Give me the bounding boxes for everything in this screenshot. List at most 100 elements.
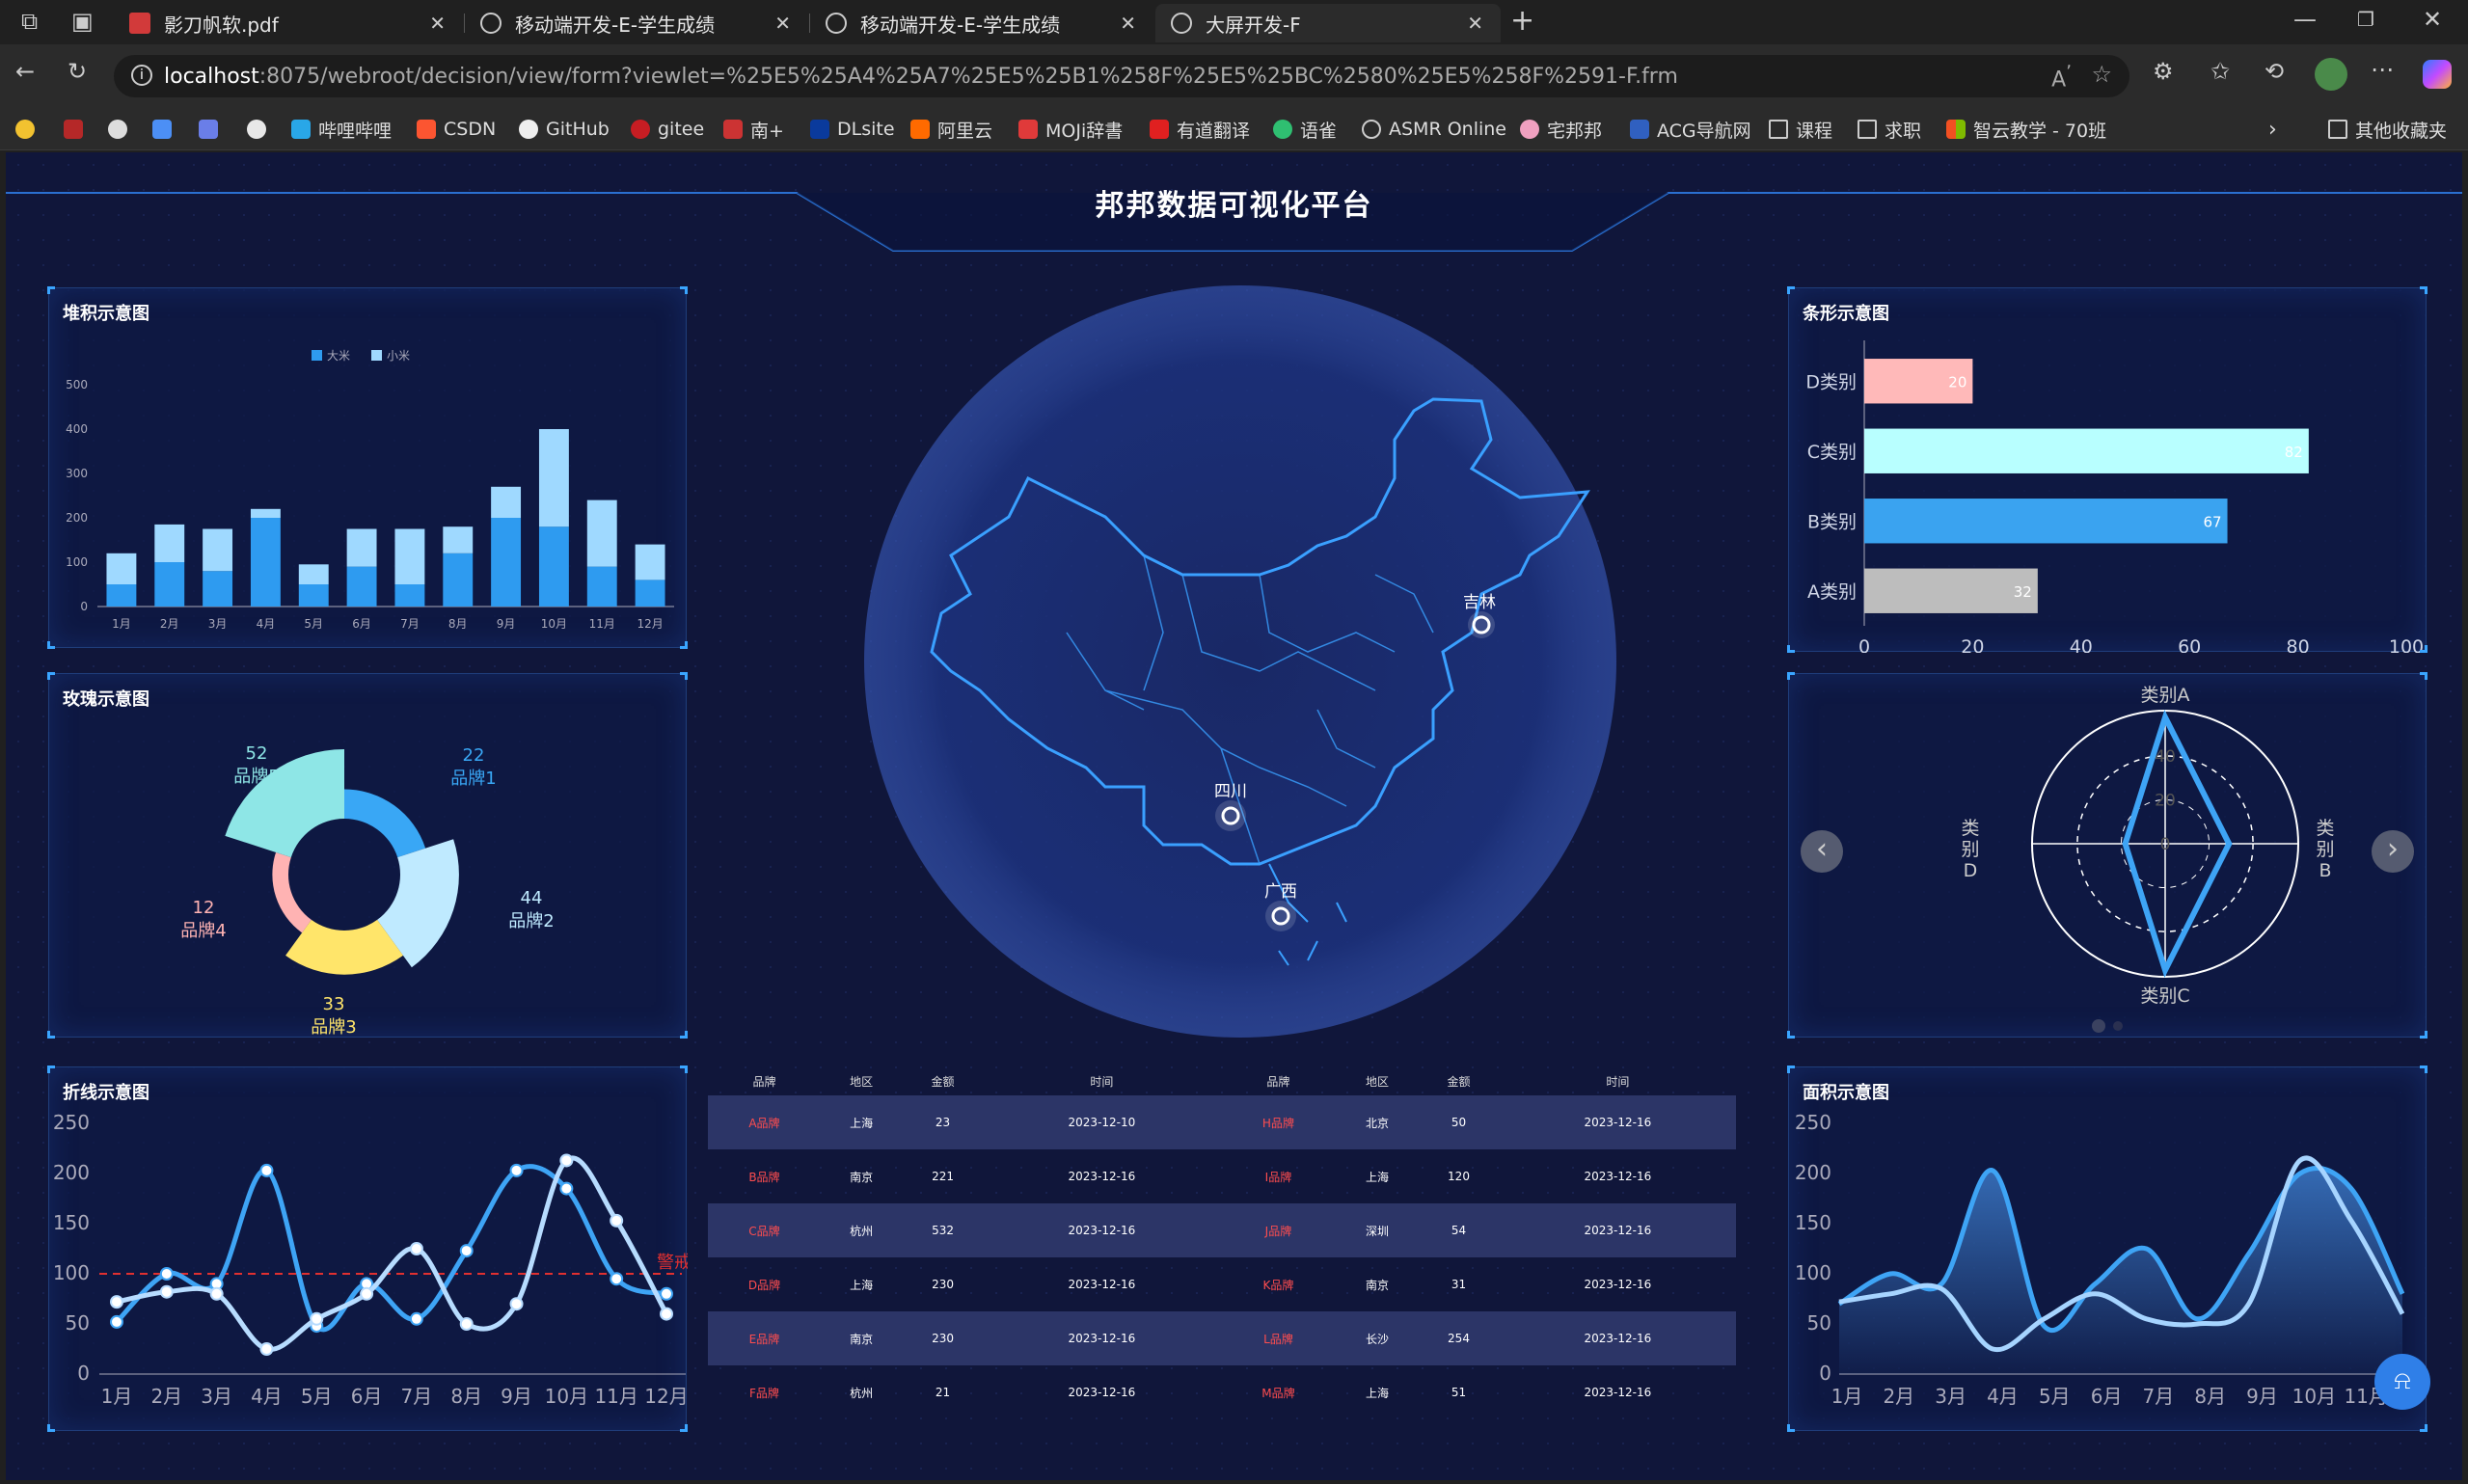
table-cell: C品牌 [708,1203,821,1257]
favorites-icon[interactable]: ✩ [2210,58,2230,85]
bookmark-folder-course[interactable]: 课程 [1769,118,1832,142]
x-tick-label: 4月 [251,1385,283,1408]
bookmark-yuque[interactable]: 语雀 [1273,118,1337,142]
series-point [509,1163,524,1177]
tab-1[interactable]: 移动端开发-E-学生成绩 ✕ [465,4,808,42]
x-tick-label: 3月 [208,617,228,631]
close-icon[interactable]: ✕ [1467,12,1483,35]
restore-icon[interactable]: ❐ [2357,8,2374,31]
tab-actions-icon[interactable]: ▣ [71,8,94,35]
bookmark-openai-icon[interactable] [108,118,135,141]
bar [154,524,185,562]
bookmark-youdao[interactable]: 有道翻译 [1150,118,1250,142]
panel-corner [1787,645,1795,653]
tab-2[interactable]: 移动端开发-E-学生成绩 ✕ [810,4,1153,42]
y-tick-label: D类别 [1805,371,1857,392]
x-tick-label: 4月 [257,617,276,631]
bookmark-zhiyun[interactable]: 智云教学 - 70班 [1946,118,2106,142]
carousel-dot-1[interactable] [2092,1019,2105,1033]
x-tick-label: 8月 [448,617,468,631]
read-aloud-icon[interactable]: Aʼ [2051,63,2072,92]
map-point-guangxi[interactable]: 广西 [1264,882,1297,931]
bookmark-aliyun[interactable]: 阿里云 [910,118,992,142]
bookmark-github[interactable]: GitHub [519,118,610,141]
bar [250,508,281,518]
bookmark-csdn[interactable]: CSDN [417,118,496,141]
bookmark-avatar-icon[interactable] [247,118,274,141]
series-point [259,1342,274,1356]
horizontal-bar-chart: 20 D类别 82 C类别 67 B类别 32 A类别 0 20 40 60 80 100 [1805,340,2424,653]
bookmark-dlsite[interactable]: DLsite [810,118,895,141]
extensions-icon[interactable]: ⚙ [2153,58,2174,85]
more-icon[interactable]: ⋯ [2371,56,2394,83]
history-icon[interactable]: ⟲ [2265,58,2284,85]
workspaces-icon[interactable]: ⧉ [21,8,38,35]
tab-0[interactable]: 影刀帆软.pdf ✕ [114,4,463,42]
close-icon[interactable]: ✕ [774,12,791,35]
x-tick-label: 6月 [351,1385,383,1408]
bookmark-nanplus[interactable]: 南+ [723,118,784,142]
close-icon[interactable]: ✕ [429,12,446,35]
bar [154,562,185,607]
tab-3[interactable]: 大屏开发-F ✕ [1155,4,1501,42]
bookmark-red-icon[interactable] [64,118,91,141]
favorite-star-icon[interactable]: ☆ [2091,61,2112,88]
bookmark-acg[interactable]: ACG导航网 [1630,118,1751,142]
x-tick-label: 40 [2070,636,2093,653]
bookmark-moji[interactable]: MOJi辞書 [1018,118,1123,142]
panel-corner [47,286,55,294]
y-tick-label: A类别 [1807,581,1857,603]
bookmark-bird-icon[interactable] [199,118,226,141]
table-cell: 上海 [1366,1386,1390,1400]
stacked-panel: 堆积示意图 0 100 200 300 400 500 1月 2月 3月 4月 5月 6月 7月 8月 9月… [47,286,688,649]
bookmark-app-icon[interactable] [152,118,179,141]
reload-icon[interactable]: ↻ [68,58,87,85]
new-tab-icon[interactable]: + [1510,4,1534,38]
copilot-icon[interactable] [2423,60,2452,89]
close-icon[interactable]: ✕ [1120,12,1136,35]
window-close-icon[interactable]: ✕ [2423,6,2442,33]
series-point [110,1295,123,1309]
bookmark-zhaibangbang[interactable]: 宅邦邦 [1520,118,1602,142]
carousel-next-button[interactable]: › [2372,830,2414,873]
rose-slice [272,851,312,933]
bar [106,584,137,607]
url-field[interactable]: i localhost:8075/webroot/decision/view/f… [114,55,2129,97]
carousel-dot-2[interactable] [2113,1021,2123,1031]
x-tick-label: 3月 [201,1385,232,1408]
x-tick-label: 7月 [401,1385,433,1408]
info-icon[interactable]: i [131,65,152,86]
bookmark-other-folder[interactable]: 其他收藏夹 [2328,118,2447,142]
slice-value: 22 [463,745,485,766]
china-map: 吉林 四川 广西 [864,285,1616,1038]
table-cell: L品牌 [1220,1311,1337,1365]
chevron-right-icon[interactable]: › [2268,118,2277,142]
avatar[interactable] [2315,58,2347,91]
bookmark-asmr[interactable]: ASMR Online [1362,118,1506,141]
back-icon[interactable]: ← [15,58,35,85]
bookmark-bilibili[interactable]: 哔哩哔哩 [291,118,392,142]
bar [635,580,665,607]
map-point-sichuan[interactable]: 四川 [1214,782,1247,831]
table-cell: 532 [902,1203,984,1257]
table-cell: 51 [1451,1386,1467,1399]
bookmark-emoji-icon[interactable] [15,118,42,141]
globe-background [864,285,1616,1038]
panel-corner [47,1031,55,1039]
x-tick-label: 8月 [450,1385,482,1408]
bookmark-gitee[interactable]: gitee [631,118,704,141]
table-cell: 2023-12-16 [1499,1311,1736,1365]
carousel-prev-button[interactable]: ‹ [1801,830,1843,873]
bookmark-folder-job[interactable]: 求职 [1858,118,1921,142]
indicator-label: 类别A [2141,685,2190,706]
minimize-icon[interactable]: — [2293,6,2317,33]
browser-chrome: ⧉ ▣ 影刀帆软.pdf ✕ 移动端开发-E-学生成绩 ✕ 移动端开发-E-学生… [0,0,2468,150]
panel-corner [47,672,55,680]
table-row: B品牌 南京 221 2023-12-16 I品牌 上海 120 2023-12-16 [708,1149,1736,1203]
table-cell: 2023-12-16 [983,1311,1221,1365]
slice-label: 品牌5 [233,767,279,787]
table-cell: 2023-12-16 [983,1203,1221,1257]
x-tick-label: 9月 [497,617,516,631]
chat-bot-button[interactable]: ⍾ [2374,1354,2430,1410]
table-cell: 230 [932,1278,955,1291]
